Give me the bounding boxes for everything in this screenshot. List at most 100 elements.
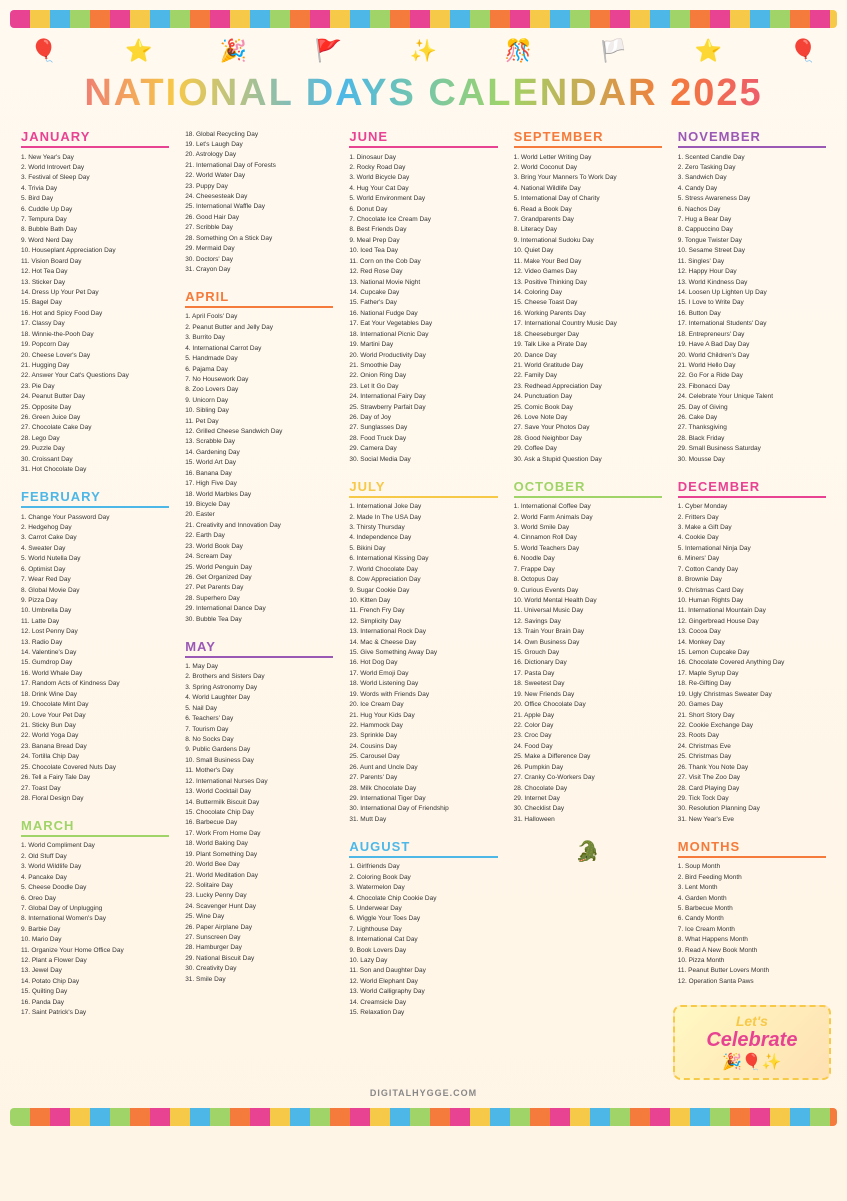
- list-item: 25. Opposite Day: [21, 402, 169, 412]
- day-list-months: 1. Soup Month2. Bird Feeding Month3. Len…: [678, 862, 826, 987]
- footer-text: DIGITALHYGGE.COM: [370, 1088, 477, 1098]
- list-item: 6. Nachos Day: [678, 204, 826, 214]
- month-block-april: APRIL 1. April Fools' Day2. Peanut Butter…: [180, 285, 338, 629]
- list-item: 17. Random Acts of Kindness Day: [21, 679, 169, 689]
- month-title-months: MONTHS: [678, 839, 826, 858]
- list-item: 22. World Water Day: [185, 171, 333, 181]
- list-item: 31. Crayon Day: [185, 264, 333, 274]
- list-item: 30. International Day of Friendship: [349, 804, 497, 814]
- list-item: 11. International Mountain Day: [678, 606, 826, 616]
- list-item: 1. Girlfriends Day: [349, 862, 497, 872]
- day-list-april: 1. April Fools' Day2. Peanut Butter and …: [185, 312, 333, 625]
- list-item: 11. Make Your Bed Day: [514, 256, 662, 266]
- list-item: 16. Barbecue Day: [185, 818, 333, 828]
- list-item: 8. Global Movie Day: [21, 585, 169, 595]
- list-item: 7. Tempura Day: [21, 215, 169, 225]
- list-item: 29. Camera Day: [349, 444, 497, 454]
- list-item: 18. Entrepreneurs' Day: [678, 329, 826, 339]
- list-item: 5. Bikini Day: [349, 543, 497, 553]
- list-item: 7. Cotton Candy Day: [678, 564, 826, 574]
- list-item: 11. Latte Day: [21, 616, 169, 626]
- list-item: 25. Wine Day: [185, 912, 333, 922]
- list-item: 20. Office Chocolate Day: [514, 700, 662, 710]
- list-item: 21. World Hello Day: [678, 360, 826, 370]
- list-item: 15. Lemon Cupcake Day: [678, 648, 826, 658]
- list-item: 21. International Day of Forests: [185, 160, 333, 170]
- list-item: 2. Fritters Day: [678, 512, 826, 522]
- list-item: 16. Dictionary Day: [514, 658, 662, 668]
- list-item: 6. International Kissing Day: [349, 554, 497, 564]
- list-item: 12. Happy Hour Day: [678, 267, 826, 277]
- list-item: 29. Puzzle Day: [21, 444, 169, 454]
- list-item: 9. Public Gardens Day: [185, 745, 333, 755]
- calendar-column-3: JUNE1. Dinosaur Day2. Rocky Road Day3. W…: [344, 125, 502, 1080]
- list-item: 19. Ugly Christmas Sweater Day: [678, 689, 826, 699]
- list-item: 7. Chocolate Ice Cream Day: [349, 215, 497, 225]
- list-item: 29. International Dance Day: [185, 604, 333, 614]
- list-item: 16. National Fudge Day: [349, 308, 497, 318]
- list-item: 2. World Coconut Day: [514, 162, 662, 172]
- list-item: 14. Buttermilk Biscuit Day: [185, 797, 333, 807]
- list-item: 6. Wiggle Your Toes Day: [349, 914, 497, 924]
- main-title-block: NATIONAL DAYS CALENDAR 2025: [10, 68, 837, 121]
- list-item: 30. Doctors' Day: [185, 254, 333, 264]
- list-item: 27. Pet Parents Day: [185, 583, 333, 593]
- list-item: 15. Give Something Away Day: [349, 648, 497, 658]
- list-item: 13. National Movie Night: [349, 277, 497, 287]
- list-item: 25. World Penguin Day: [185, 562, 333, 572]
- list-item: 10. Sesame Street Day: [678, 246, 826, 256]
- month-title-december: DECEMBER: [678, 479, 826, 498]
- day-list-may: 1. May Day2. Brothers and Sisters Day3. …: [185, 662, 333, 985]
- celebrate-emoji: 🎉🎈✨: [681, 1052, 823, 1072]
- list-item: 20. Dance Day: [514, 350, 662, 360]
- month-block-january-extra: 18. Global Recycling Day19. Let's Laugh …: [180, 125, 338, 279]
- list-item: 29. International Tiger Day: [349, 793, 497, 803]
- list-item: 26. Paper Airplane Day: [185, 922, 333, 932]
- month-title-april: APRIL: [185, 289, 333, 308]
- bottom-border: [10, 1108, 837, 1126]
- list-item: 23. Pie Day: [21, 381, 169, 391]
- list-item: 6. Noodle Day: [514, 554, 662, 564]
- list-item: 19. Martini Day: [349, 340, 497, 350]
- list-item: 11. Son and Daughter Day: [349, 966, 497, 976]
- list-item: 11. Vision Board Day: [21, 256, 169, 266]
- list-item: 17. High Five Day: [185, 479, 333, 489]
- list-item: 13. Positive Thinking Day: [514, 277, 662, 287]
- list-item: 8. International Women's Day: [21, 914, 169, 924]
- list-item: 4. Hug Your Cat Day: [349, 183, 497, 193]
- list-item: 26. Green Juice Day: [21, 413, 169, 423]
- list-item: 21. Sticky Bun Day: [21, 721, 169, 731]
- list-item: 7. World Chocolate Day: [349, 564, 497, 574]
- list-item: 6. Optimist Day: [21, 564, 169, 574]
- list-item: 12. Operation Santa Paws: [678, 976, 826, 986]
- list-item: 9. Meal Prep Day: [349, 235, 497, 245]
- list-item: 2. World Farm Animals Day: [514, 512, 662, 522]
- list-item: 13. Cocoa Day: [678, 627, 826, 637]
- list-item: 24. International Fairy Day: [349, 392, 497, 402]
- list-item: 26. Day of Joy: [349, 413, 497, 423]
- day-list-november: 1. Scented Candle Day2. Zero Tasking Day…: [678, 152, 826, 465]
- list-item: 30. Bubble Tea Day: [185, 614, 333, 624]
- list-item: 9. Sugar Cookie Day: [349, 585, 497, 595]
- list-item: 5. World Nutella Day: [21, 554, 169, 564]
- list-item: 20. Easter: [185, 510, 333, 520]
- list-item: 24. Cheesesteak Day: [185, 192, 333, 202]
- list-item: 20. Ice Cream Day: [349, 700, 497, 710]
- list-item: 6. Miners' Day: [678, 554, 826, 564]
- month-block-november: NOVEMBER1. Scented Candle Day2. Zero Tas…: [673, 125, 831, 469]
- list-item: 16. Working Parents Day: [514, 308, 662, 318]
- list-item: 14. Own Business Day: [514, 637, 662, 647]
- deco-star3: ⭐: [695, 38, 722, 64]
- list-item: 28. Chocolate Day: [514, 783, 662, 793]
- list-item: 13. World Cocktail Day: [185, 787, 333, 797]
- list-item: 22. Go For a Ride Day: [678, 371, 826, 381]
- list-item: 28. Milk Chocolate Day: [349, 783, 497, 793]
- list-item: 12. Savings Day: [514, 616, 662, 626]
- list-item: 21. Creativity and Innovation Day: [185, 520, 333, 530]
- list-item: 13. World Kindness Day: [678, 277, 826, 287]
- list-item: 16. Banana Day: [185, 468, 333, 478]
- list-item: 26. Get Organized Day: [185, 572, 333, 582]
- list-item: 1. Soup Month: [678, 862, 826, 872]
- list-item: 21. World Meditation Day: [185, 870, 333, 880]
- list-item: 20. World Productivity Day: [349, 350, 497, 360]
